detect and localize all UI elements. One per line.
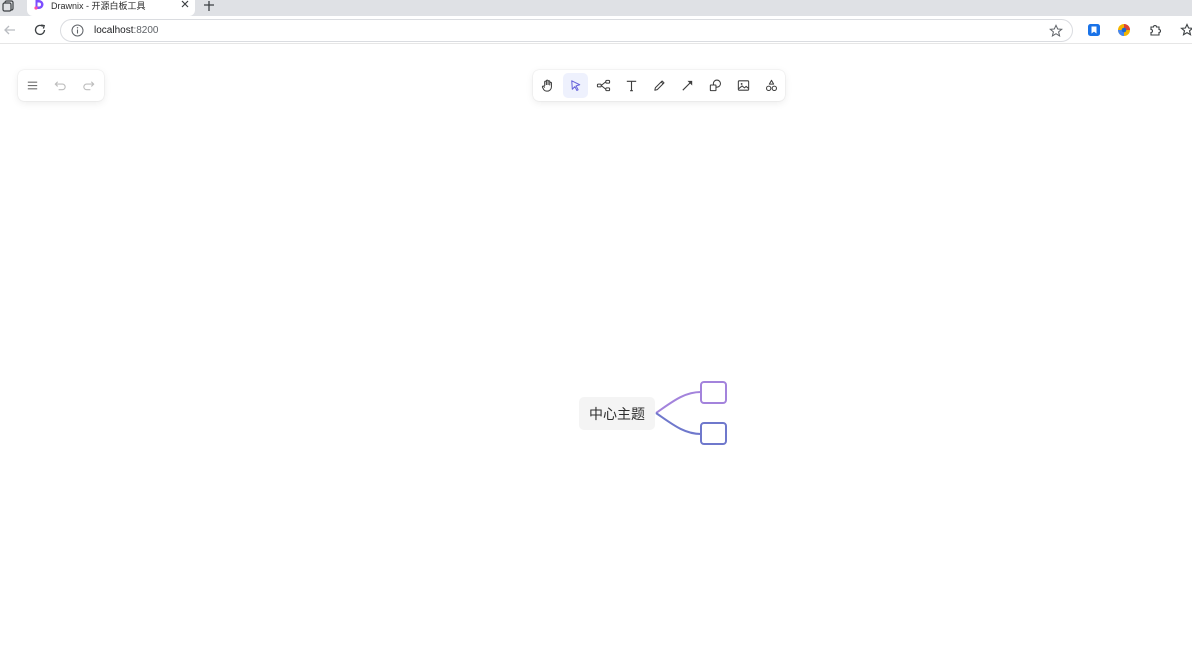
tab-actions-icon[interactable]: [2, 0, 16, 12]
puzzle-icon[interactable]: [1148, 23, 1162, 37]
text-tool-button[interactable]: [619, 73, 644, 98]
browser-tabstrip: Drawnix - 开源白板工具: [0, 0, 1192, 16]
app-menu-button[interactable]: [20, 73, 45, 98]
hand-tool-button[interactable]: [535, 73, 560, 98]
shapes-icon: [709, 79, 721, 92]
favorites-icon[interactable]: [1180, 23, 1192, 37]
pen-icon: [654, 80, 665, 91]
back-arrow-icon[interactable]: [2, 22, 18, 38]
plus-icon[interactable]: [203, 0, 215, 12]
hand-icon: [541, 79, 552, 92]
creation-toolbar: [533, 70, 785, 101]
pen-tool-button[interactable]: [647, 73, 672, 98]
tab-title: Drawnix - 开源白板工具: [51, 1, 146, 11]
redo-icon: [83, 81, 95, 91]
star-icon[interactable]: [1049, 24, 1063, 38]
selection-tool-button[interactable]: [563, 73, 588, 98]
shape-tool-button[interactable]: [703, 73, 728, 98]
image-icon: [737, 80, 750, 91]
arrow-icon: [682, 80, 693, 91]
undo-icon: [54, 81, 66, 91]
url-host: localhost: [94, 25, 134, 36]
extra-tools-icon: [766, 79, 777, 91]
mindmap-icon: [596, 79, 611, 92]
mindmap-child-node[interactable]: [700, 381, 727, 404]
close-icon[interactable]: [180, 0, 190, 10]
mindmap-root-text: 中心主题: [589, 406, 645, 423]
url-text: localhost:8200: [94, 25, 159, 36]
hamburger-icon: [27, 81, 38, 90]
extension-bookmark-icon[interactable]: [1087, 23, 1101, 37]
undo-button[interactable]: [48, 73, 73, 98]
image-tool-button[interactable]: [731, 73, 756, 98]
redo-button[interactable]: [76, 73, 101, 98]
browser-tab-drawnix[interactable]: Drawnix - 开源白板工具: [27, 0, 195, 16]
arrow-tool-button[interactable]: [675, 73, 700, 98]
mindmap-root-node[interactable]: 中心主题: [579, 397, 655, 430]
reload-icon[interactable]: [32, 22, 48, 38]
mindmap-child-node[interactable]: [700, 422, 727, 445]
mindmap-tool-button[interactable]: [591, 73, 616, 98]
pointer-icon: [571, 80, 581, 91]
extension-color-icon[interactable]: [1117, 23, 1131, 37]
info-icon[interactable]: [71, 24, 84, 37]
text-icon: [626, 80, 637, 92]
browser-toolbar: localhost:8200: [0, 16, 1192, 44]
url-port: :8200: [133, 25, 159, 36]
app-menu-toolbar: [18, 70, 104, 101]
drawnix-favicon: [34, 0, 44, 10]
address-bar[interactable]: localhost:8200: [60, 19, 1073, 42]
extra-tools-button[interactable]: [759, 73, 784, 98]
